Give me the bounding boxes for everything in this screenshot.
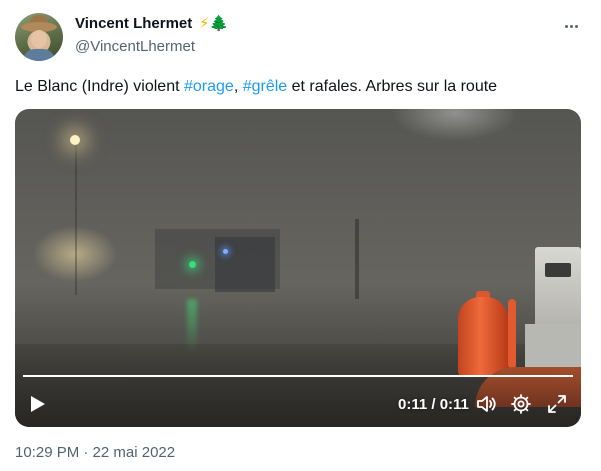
tweet: Vincent Lhermet ⚡🌲 @VincentLhermet Le Bl… [0,0,601,471]
play-button[interactable] [29,394,47,414]
fuel-pump-screen [545,263,571,277]
avatar-shirt [23,49,55,61]
signal-pole [355,219,359,299]
street-lamp [70,135,80,145]
more-dot-icon [574,24,578,28]
author-display-name[interactable]: Vincent Lhermet [75,15,192,32]
tweet-text-part: , [233,78,243,95]
hashtag-link[interactable]: #grêle [243,78,287,95]
orange-pipe [508,299,516,369]
hashtag-link[interactable]: #orage [184,78,234,95]
play-icon [31,396,45,412]
volume-icon [477,396,496,412]
avatar-face [31,30,47,48]
fullscreen-icon [548,395,566,413]
tweet-timestamp[interactable]: 10:29 PM · 22 mai 2022 [15,444,175,461]
tree-icon: 🌲 [209,15,229,32]
avatar[interactable] [15,13,63,61]
settings-button[interactable] [510,393,532,415]
video-time-readout: 0:11 / 0:11 [398,396,469,413]
tweet-text: Le Blanc (Indre) violent #orage, #grêle … [15,77,497,97]
building-silhouette [215,237,275,292]
fullscreen-button[interactable] [546,393,568,415]
more-options-button[interactable] [560,16,582,36]
video-progress-fill [23,375,573,377]
volume-button[interactable] [475,393,497,415]
author-handle[interactable]: @VincentLhermet [75,38,195,55]
video-progress-bar[interactable] [23,375,573,377]
settings-icon [511,394,531,414]
orange-tank [458,297,508,377]
lightning-icon: ⚡ [199,15,210,32]
video-player[interactable]: 0:11 / 0:11 [15,109,581,427]
tweet-text-part: et rafales. Arbres sur la route [287,78,498,95]
tweet-text-part: Le Blanc (Indre) violent [15,78,184,95]
blue-light [223,249,228,254]
more-dot-icon [569,24,573,28]
green-light [189,261,196,268]
author-emoji: ⚡🌲 [199,14,228,32]
street-lamp-pole [75,145,77,295]
more-dot-icon [564,24,568,28]
